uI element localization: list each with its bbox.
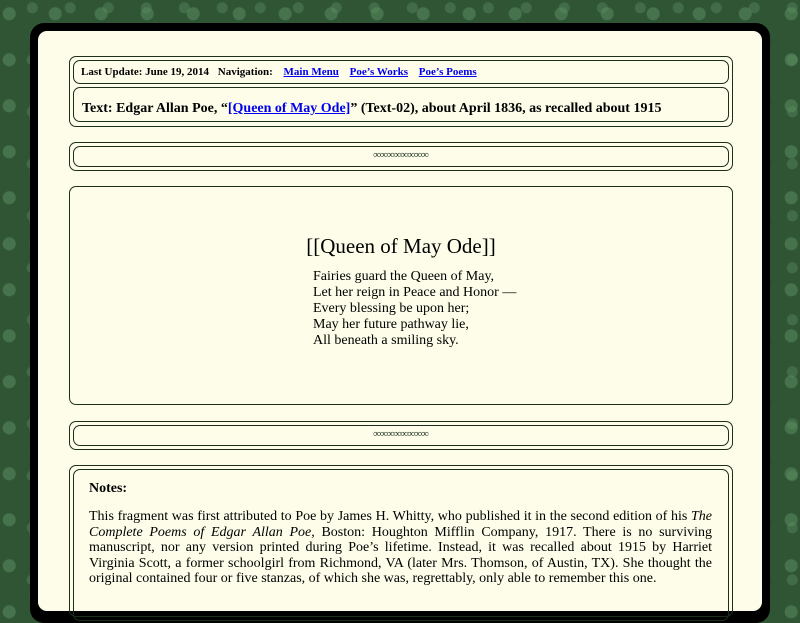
ornament-divider-2: ∞∞∞∞∞∞∞∞	[373, 428, 429, 440]
queen-of-may-ode-link[interactable]: [Queen of May Ode]	[228, 101, 350, 116]
poem-line: Let her reign in Peace and Honor —	[313, 285, 517, 300]
main-menu-link[interactable]: Main Menu	[284, 66, 339, 78]
poem-title: [[Queen of May Ode]]	[306, 234, 496, 258]
last-update-label: Last Update: June 19, 2014	[81, 66, 210, 78]
poem-line: Every blessing be upon her;	[313, 301, 470, 316]
poem-line: May her future pathway lie,	[313, 317, 469, 332]
poem-line: Fairies guard the Queen of May,	[313, 269, 495, 284]
ornament-divider-1: ∞∞∞∞∞∞∞∞	[373, 149, 429, 161]
text-title: Text: Edgar Allan Poe, “[Queen of May Od…	[82, 101, 661, 117]
text-title-suffix: ” (Text-02), about April 1836, as recall…	[350, 101, 662, 116]
navigation-label: Navigation:	[217, 66, 273, 78]
navigation-row: Last Update: June 19, 2014 Navigation: M…	[81, 66, 477, 78]
poem-line: All beneath a smiling sky.	[313, 333, 459, 348]
poes-works-link[interactable]: Poe’s Works	[350, 66, 408, 78]
notes-text-a: This fragment was first attributed to Po…	[89, 509, 691, 524]
notes-paragraph: This fragment was first attributed to Po…	[89, 509, 712, 587]
text-title-prefix: Text: Edgar Allan Poe, “	[82, 101, 228, 116]
notes-heading: Notes:	[89, 481, 128, 496]
poes-poems-link[interactable]: Poe’s Poems	[419, 66, 477, 78]
poem-text: Fairies guard the Queen of May, Let her …	[313, 269, 516, 349]
